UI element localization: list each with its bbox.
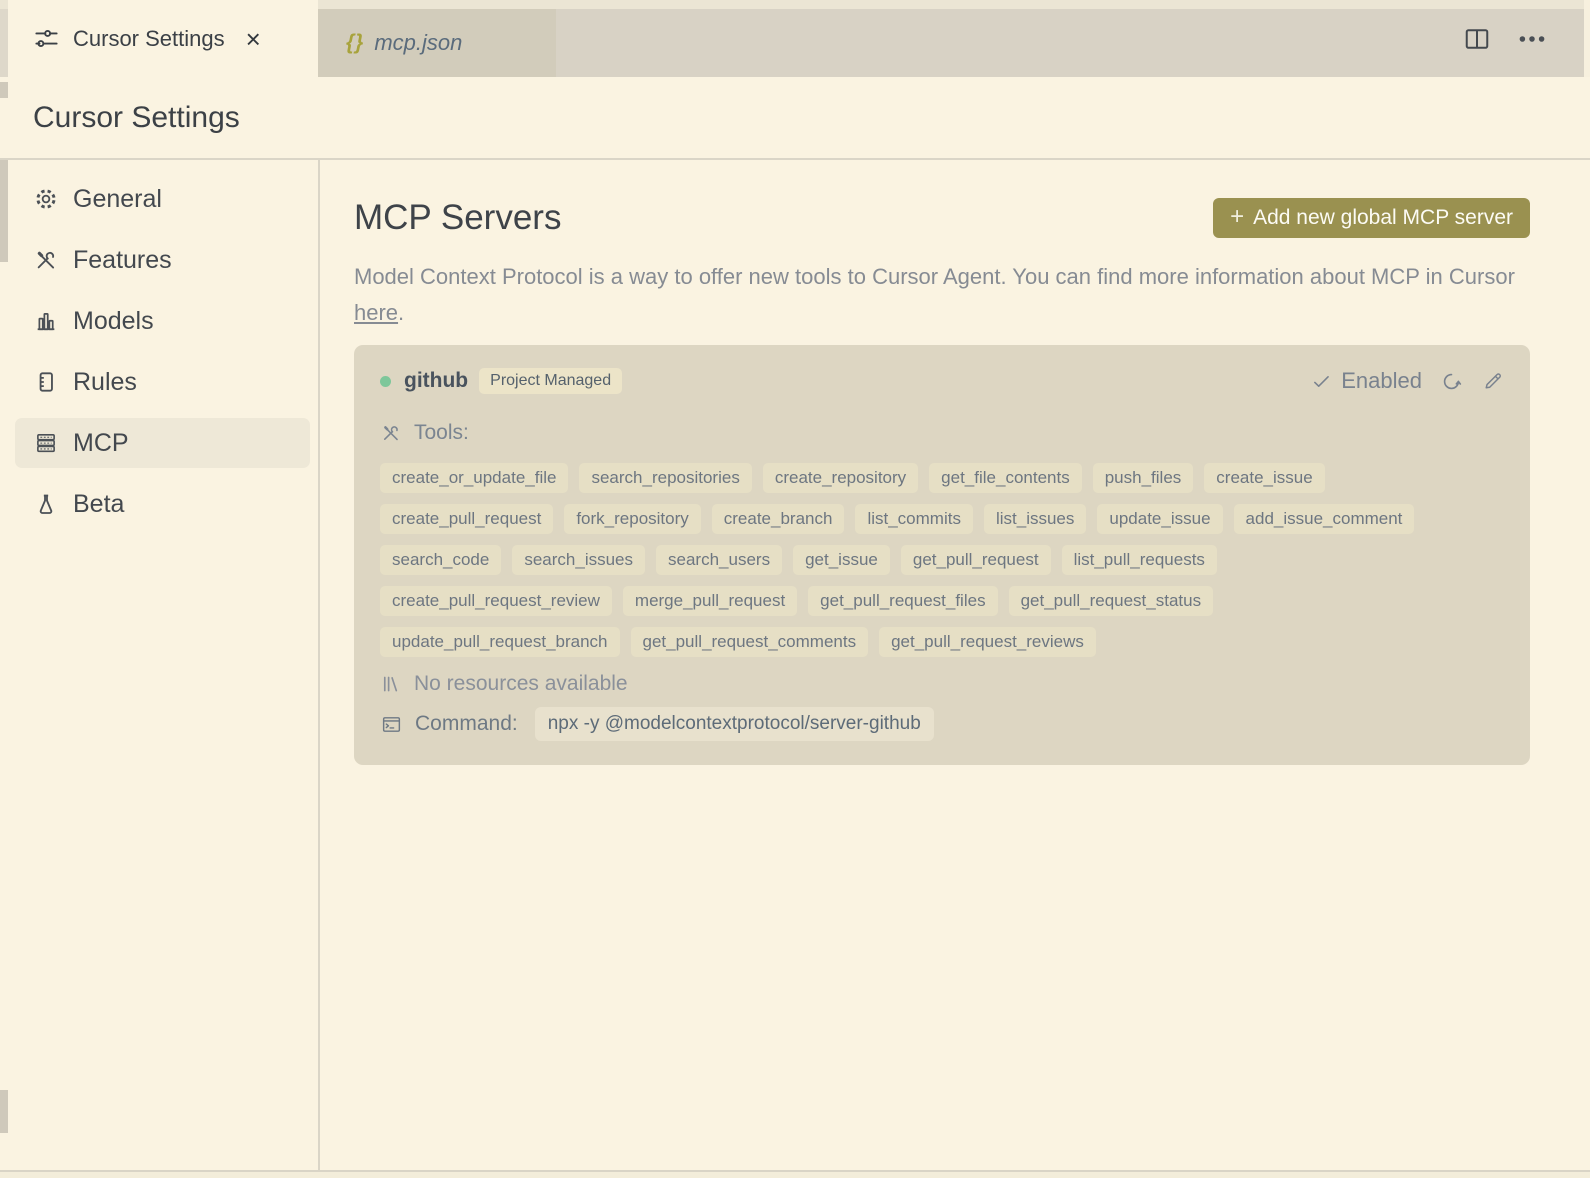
tool-chip: get_pull_request_status xyxy=(1008,586,1214,616)
tool-row: create_pull_request fork_repository create… xyxy=(380,504,1504,534)
gear-icon xyxy=(33,186,59,212)
check-icon xyxy=(1311,371,1332,392)
tool-row: search_code search_issues search_users get_… xyxy=(380,545,1504,575)
tool-chip: get_pull_request_reviews xyxy=(879,627,1096,657)
json-braces-icon: {} xyxy=(346,31,365,54)
description-text: Model Context Protocol is a way to offer… xyxy=(354,264,1515,289)
tool-chip: create_issue xyxy=(1204,463,1325,493)
sidebar-item-models[interactable]: Models xyxy=(15,296,310,346)
description-suffix: . xyxy=(398,300,405,325)
cursor-settings-window: Cursor Settings × {} mcp.json Cursor Set… xyxy=(0,0,1590,1178)
tool-chip: get_issue xyxy=(793,545,890,575)
tools-label: Tools: xyxy=(414,421,469,444)
tool-chip: push_files xyxy=(1092,463,1194,493)
sidebar-item-mcp[interactable]: MCP xyxy=(15,418,310,468)
mcp-docs-link[interactable]: here xyxy=(354,300,398,325)
tool-chip: update_issue xyxy=(1097,504,1223,534)
tool-chip: create_branch xyxy=(711,504,845,534)
tool-row: create_pull_request_review merge_pull_req… xyxy=(380,586,1504,616)
tab-mcp-json[interactable]: {} mcp.json xyxy=(318,9,556,77)
flask-icon xyxy=(33,491,59,517)
sidebar-item-label: General xyxy=(73,184,162,213)
tool-chip: get_pull_request xyxy=(900,545,1051,575)
tab-label: mcp.json xyxy=(374,30,463,55)
server-enabled-label: Enabled xyxy=(1341,368,1422,393)
resources-text: No resources available xyxy=(414,672,628,695)
server-status-dot xyxy=(380,375,391,387)
edit-icon[interactable] xyxy=(1482,370,1504,392)
left-edge-decoration xyxy=(0,9,8,77)
tools-icon xyxy=(33,247,59,273)
tool-chip: create_or_update_file xyxy=(380,463,569,493)
sidebar-item-beta[interactable]: Beta xyxy=(15,479,310,529)
mcp-settings-panel: MCP Servers + Add new global MCP server … xyxy=(320,160,1590,1170)
tool-chip: fork_repository xyxy=(564,504,701,534)
more-actions-icon[interactable] xyxy=(1514,24,1550,54)
tab-label: Cursor Settings xyxy=(73,25,225,51)
sidebar-item-general[interactable]: General xyxy=(15,174,310,224)
mcp-description: Model Context Protocol is a way to offer… xyxy=(354,259,1530,331)
mcp-server-card: github Project Managed Enabled Tools: cr… xyxy=(354,345,1530,765)
tool-chip: add_issue_comment xyxy=(1233,504,1415,534)
library-icon xyxy=(380,673,402,695)
tool-chip: list_commits xyxy=(855,504,973,534)
tool-chip: search_repositories xyxy=(579,463,752,493)
settings-page-title: Cursor Settings xyxy=(33,100,240,134)
add-global-mcp-server-button[interactable]: + Add new global MCP server xyxy=(1213,198,1530,238)
left-edge-decoration xyxy=(0,82,8,98)
window-right-edge xyxy=(1584,0,1590,77)
page-header: Cursor Settings xyxy=(0,77,1590,158)
sidebar-item-features[interactable]: Features xyxy=(15,235,310,285)
server-stack-icon xyxy=(33,430,59,456)
tool-chip: search_issues xyxy=(512,545,646,575)
tool-chip: merge_pull_request xyxy=(622,586,798,616)
sidebar-item-label: Rules xyxy=(73,367,137,396)
command-value: npx -y @modelcontextprotocol/server-gith… xyxy=(534,707,934,741)
tool-chip: update_pull_request_branch xyxy=(380,627,620,657)
sidebar-item-rules[interactable]: Rules xyxy=(15,357,310,407)
tool-chip: search_code xyxy=(380,545,502,575)
tool-row: update_pull_request_branch get_pull_reque… xyxy=(380,627,1504,657)
rules-icon xyxy=(33,369,59,395)
terminal-icon xyxy=(380,713,403,736)
sidebar-item-label: Models xyxy=(73,306,154,335)
tool-chip: create_pull_request xyxy=(380,504,554,534)
add-button-label: Add new global MCP server xyxy=(1253,206,1513,229)
section-title: MCP Servers xyxy=(354,198,562,237)
settings-sliders-icon xyxy=(33,25,60,52)
tool-chip: list_pull_requests xyxy=(1061,545,1217,575)
enabled-toggle[interactable]: Enabled xyxy=(1311,368,1422,394)
sidebar-item-label: Features xyxy=(73,245,172,274)
sidebar-item-label: Beta xyxy=(73,489,125,518)
bar-chart-icon xyxy=(33,308,59,334)
close-tab-icon[interactable]: × xyxy=(242,26,265,52)
tool-chip: list_issues xyxy=(983,504,1087,534)
tool-chip: get_pull_request_comments xyxy=(630,627,869,657)
tool-chip: get_pull_request_files xyxy=(808,586,998,616)
settings-sidebar: General Features Models Rules MCP Beta xyxy=(0,160,318,1170)
tool-chip: search_users xyxy=(656,545,783,575)
project-managed-badge: Project Managed xyxy=(479,368,623,394)
refresh-icon[interactable] xyxy=(1440,370,1463,393)
tool-row: create_or_update_file search_repositories… xyxy=(380,463,1504,493)
plus-icon: + xyxy=(1230,203,1245,230)
split-editor-icon[interactable] xyxy=(1462,24,1492,54)
tool-chip: create_repository xyxy=(762,463,919,493)
tool-chip: create_pull_request_review xyxy=(380,586,612,616)
tools-icon xyxy=(380,422,402,444)
tab-cursor-settings[interactable]: Cursor Settings × xyxy=(8,0,318,77)
tool-chip: get_file_contents xyxy=(929,463,1082,493)
sidebar-item-label: MCP xyxy=(73,428,129,457)
tool-list: create_or_update_file search_repositories… xyxy=(380,463,1504,657)
server-name: github xyxy=(404,369,469,392)
bottom-strip xyxy=(0,1170,1590,1178)
command-label: Command: xyxy=(415,712,518,735)
